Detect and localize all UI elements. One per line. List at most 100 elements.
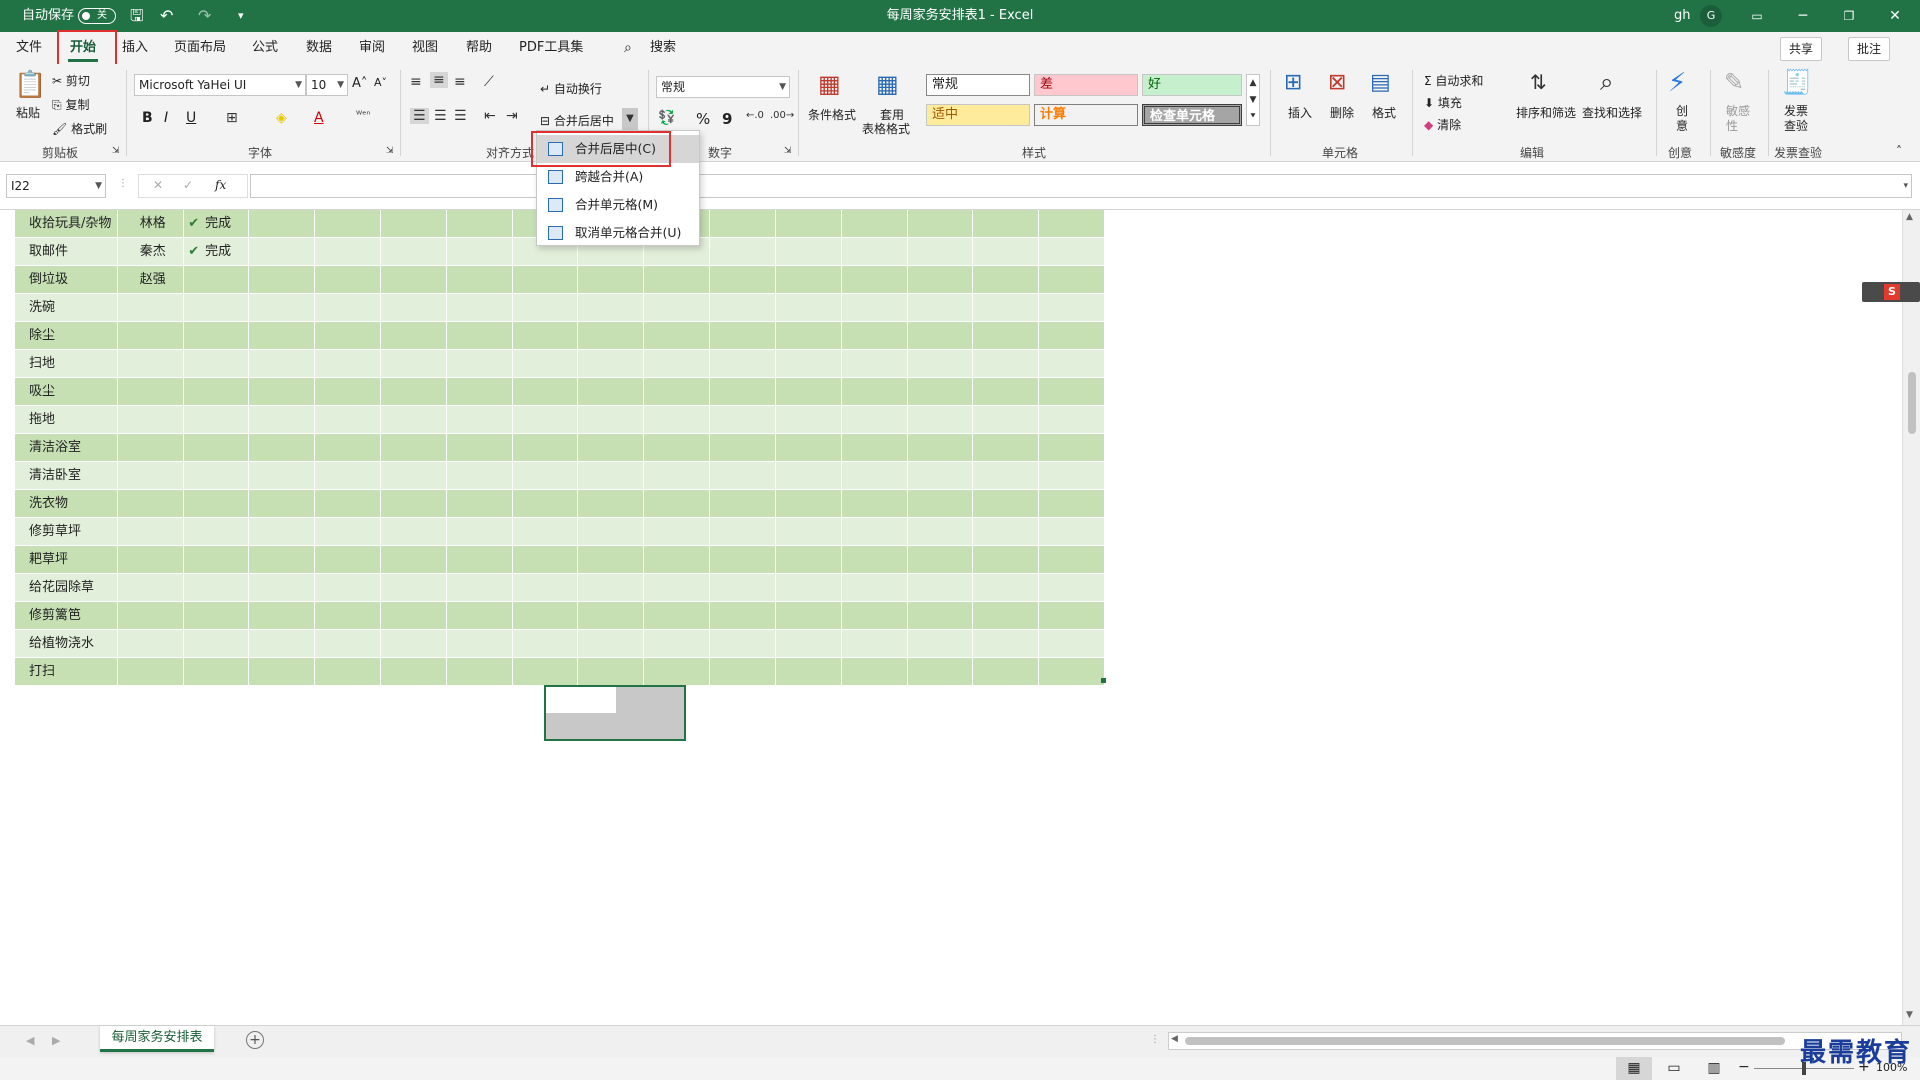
add-sheet-icon[interactable]: +	[246, 1031, 264, 1049]
day-cell[interactable]	[841, 490, 908, 518]
day-cell[interactable]	[841, 462, 908, 490]
tab-file[interactable]: 文件	[14, 32, 44, 64]
day-cell[interactable]	[380, 266, 447, 294]
day-cell[interactable]	[710, 490, 776, 518]
status-cell[interactable]	[184, 322, 250, 350]
day-cell[interactable]	[775, 462, 842, 490]
day-cell[interactable]	[315, 350, 381, 378]
task-cell[interactable]: 洗衣物	[15, 490, 118, 518]
day-cell[interactable]	[1039, 462, 1106, 490]
day-cell[interactable]	[1039, 658, 1106, 686]
task-cell[interactable]: 清洁卧室	[15, 462, 118, 490]
day-cell[interactable]	[446, 350, 513, 378]
status-cell[interactable]: ✔ 完成	[184, 238, 250, 266]
day-cell[interactable]	[380, 518, 447, 546]
style-bad[interactable]: 差	[1034, 74, 1138, 96]
status-cell[interactable]	[184, 490, 250, 518]
person-cell[interactable]: 林格	[117, 210, 185, 238]
day-cell[interactable]	[710, 518, 776, 546]
day-cell[interactable]	[512, 294, 579, 322]
delete-cells-button[interactable]: 删除	[1330, 104, 1354, 121]
task-cell[interactable]: 修剪草坪	[15, 518, 118, 546]
day-cell[interactable]	[841, 630, 908, 658]
style-good[interactable]: 好	[1142, 74, 1242, 96]
day-cell[interactable]	[315, 462, 381, 490]
paste-icon[interactable]: 📋	[14, 70, 46, 100]
day-cell[interactable]	[578, 378, 645, 406]
day-cell[interactable]	[446, 378, 513, 406]
day-cell[interactable]	[710, 546, 776, 574]
day-cell[interactable]	[973, 350, 1040, 378]
task-cell[interactable]: 吸尘	[15, 378, 118, 406]
day-cell[interactable]	[446, 546, 513, 574]
day-cell[interactable]	[249, 546, 316, 574]
day-cell[interactable]	[644, 378, 711, 406]
status-cell[interactable]	[184, 658, 250, 686]
day-cell[interactable]	[644, 574, 711, 602]
day-cell[interactable]	[446, 490, 513, 518]
day-cell[interactable]	[578, 658, 645, 686]
status-cell[interactable]	[184, 574, 250, 602]
status-cell[interactable]	[184, 434, 250, 462]
person-cell[interactable]	[117, 630, 185, 658]
find-select-button[interactable]: 查找和选择	[1582, 104, 1642, 121]
day-cell[interactable]	[841, 210, 908, 238]
status-cell[interactable]	[184, 630, 250, 658]
format-table-icon[interactable]: ▦	[876, 70, 899, 98]
person-cell[interactable]	[117, 546, 185, 574]
person-cell[interactable]	[117, 406, 185, 434]
formula-input[interactable]: ▾	[250, 174, 1912, 198]
day-cell[interactable]	[380, 322, 447, 350]
day-cell[interactable]	[841, 322, 908, 350]
status-cell[interactable]	[184, 406, 250, 434]
day-cell[interactable]	[249, 658, 316, 686]
day-cell[interactable]	[512, 378, 579, 406]
tab-data[interactable]: 数据	[304, 32, 334, 64]
zoom-out-icon[interactable]: −	[1738, 1059, 1750, 1075]
tab-view[interactable]: 视图	[410, 32, 440, 64]
task-cell[interactable]: 拖地	[15, 406, 118, 434]
day-cell[interactable]	[512, 630, 579, 658]
task-cell[interactable]: 扫地	[15, 350, 118, 378]
day-cell[interactable]	[578, 434, 645, 462]
avatar[interactable]: G	[1700, 5, 1722, 27]
day-cell[interactable]	[710, 378, 776, 406]
day-cell[interactable]	[512, 546, 579, 574]
day-cell[interactable]	[446, 294, 513, 322]
status-cell[interactable]	[184, 266, 250, 294]
day-cell[interactable]	[710, 434, 776, 462]
fill-button[interactable]: ⬇ 填充	[1424, 94, 1462, 111]
tab-review[interactable]: 审阅	[357, 32, 387, 64]
task-cell[interactable]: 给植物浇水	[15, 630, 118, 658]
day-cell[interactable]	[249, 350, 316, 378]
day-cell[interactable]	[578, 518, 645, 546]
day-cell[interactable]	[907, 658, 974, 686]
day-cell[interactable]	[775, 266, 842, 294]
day-cell[interactable]	[315, 658, 381, 686]
person-cell[interactable]	[117, 378, 185, 406]
insert-function-icon[interactable]: fx	[215, 175, 226, 195]
day-cell[interactable]	[973, 266, 1040, 294]
day-cell[interactable]	[315, 546, 381, 574]
person-cell[interactable]: 赵强	[117, 266, 185, 294]
day-cell[interactable]	[644, 462, 711, 490]
tab-page-layout[interactable]: 页面布局	[172, 32, 228, 64]
status-cell[interactable]	[184, 294, 250, 322]
day-cell[interactable]	[315, 210, 381, 238]
underline-button[interactable]: U	[186, 110, 196, 126]
expand-formula-bar-icon[interactable]: ▾	[1903, 175, 1908, 197]
delete-cells-icon[interactable]: ⊠	[1328, 70, 1346, 95]
day-cell[interactable]	[644, 294, 711, 322]
search-label[interactable]: 搜索	[648, 32, 678, 64]
page-layout-view-icon[interactable]: ▭	[1656, 1057, 1692, 1080]
day-cell[interactable]	[973, 322, 1040, 350]
day-cell[interactable]	[841, 434, 908, 462]
day-cell[interactable]	[446, 266, 513, 294]
day-cell[interactable]	[315, 518, 381, 546]
day-cell[interactable]	[249, 378, 316, 406]
day-cell[interactable]	[315, 378, 381, 406]
font-color-button[interactable]: A	[314, 110, 324, 126]
selected-cell[interactable]	[544, 685, 686, 741]
decrease-decimal-icon[interactable]: .00→	[770, 110, 794, 121]
day-cell[interactable]	[775, 574, 842, 602]
